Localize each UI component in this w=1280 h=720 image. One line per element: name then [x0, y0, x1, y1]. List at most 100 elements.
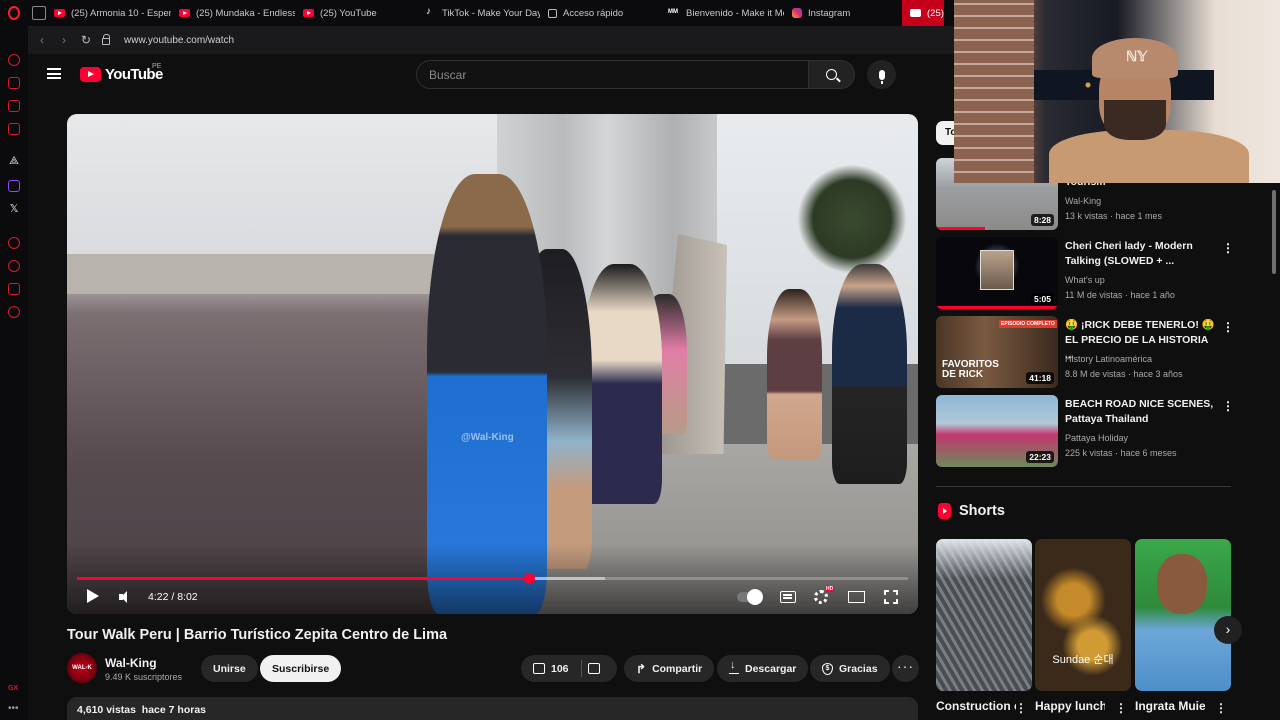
- channel-avatar[interactable]: WAL-K: [67, 653, 97, 683]
- tab-title: (25): [927, 7, 944, 19]
- channel-name[interactable]: History Latinoamérica: [1065, 354, 1152, 364]
- thumbnail-text: FAVORITOS DE RICK: [942, 359, 999, 380]
- short-thumbnail[interactable]: [1135, 539, 1231, 691]
- extensions-icon[interactable]: [8, 283, 20, 295]
- thanks-icon: $: [822, 662, 833, 675]
- gx-icon[interactable]: GX: [8, 685, 18, 692]
- dislike-icon[interactable]: [587, 663, 600, 674]
- webcam-overlay: ℕ𝕐: [954, 0, 1280, 183]
- more-vert-icon[interactable]: ⋮: [1015, 701, 1027, 715]
- search-input[interactable]: Buscar: [416, 60, 809, 89]
- volume-icon[interactable]: [119, 591, 131, 603]
- progress-bar[interactable]: [77, 573, 908, 584]
- tab-title: TikTok - Make Your Day: [442, 7, 540, 19]
- back-icon[interactable]: ‹: [36, 34, 48, 46]
- video-thumbnail[interactable]: EPISODIO COMPLETO FAVORITOS DE RICK 41:1…: [936, 316, 1058, 388]
- lock-icon: [102, 34, 110, 45]
- browser-tab[interactable]: (25) Armonia 10 - Espera: [46, 0, 171, 26]
- play-icon[interactable]: [87, 589, 99, 603]
- recommended-video[interactable]: 22:23 BEACH ROAD NICE SCENES, Pattaya Th…: [936, 395, 1236, 467]
- more-actions-icon[interactable]: ···: [892, 655, 919, 682]
- short-thumbnail[interactable]: [936, 539, 1032, 691]
- shorts-icon: [938, 503, 951, 519]
- share-button[interactable]: ↱ Compartir: [624, 655, 715, 682]
- download-button[interactable]: Descargar: [717, 655, 809, 682]
- autoplay-toggle[interactable]: [737, 589, 763, 605]
- theater-mode-icon[interactable]: [848, 591, 865, 603]
- subscribe-button[interactable]: Suscribirse: [260, 655, 342, 682]
- browser-tab[interactable]: (25) Mundaka - Endless: [171, 0, 295, 26]
- video-thumbnail[interactable]: 22:23: [936, 395, 1058, 467]
- more-vert-icon[interactable]: ⋮: [1222, 241, 1234, 255]
- like-icon[interactable]: [533, 663, 545, 674]
- video-frame: @Wal-King: [67, 114, 918, 614]
- time-display: 4:22 / 8:02: [148, 591, 198, 603]
- settings-icon[interactable]: [8, 306, 20, 318]
- browser-tab[interactable]: Acceso rápido: [540, 0, 661, 26]
- voice-search-button[interactable]: [867, 60, 896, 89]
- arc-icon[interactable]: ⟁: [7, 155, 21, 168]
- short-title[interactable]: Ingrata Muier Cruz: [1135, 698, 1205, 714]
- mail-icon[interactable]: [8, 123, 20, 135]
- short-title[interactable]: Happy lunchtime: [1035, 698, 1105, 714]
- short-title[interactable]: Construction of Makkah: [936, 698, 1016, 714]
- reload-icon[interactable]: ↻: [80, 34, 92, 46]
- video-title[interactable]: BEACH ROAD NICE SCENES, Pattaya Thailand: [1065, 397, 1215, 427]
- channel-name[interactable]: What's up: [1065, 275, 1105, 285]
- search-button[interactable]: [809, 60, 855, 89]
- thanks-button[interactable]: $ Gracias: [810, 655, 890, 682]
- video-title[interactable]: Cheri Cheri lady - Modern Talking (SLOWE…: [1065, 239, 1215, 269]
- history-icon[interactable]: [8, 260, 20, 272]
- tab-title: Bienvenido - Make it Me: [686, 7, 784, 19]
- more-vert-icon[interactable]: ⋮: [1222, 320, 1234, 334]
- progress-scrubber[interactable]: [523, 573, 535, 584]
- scrollbar[interactable]: [1272, 190, 1276, 274]
- chevron-right-icon[interactable]: ›: [1214, 616, 1242, 644]
- bag-icon[interactable]: [8, 77, 20, 89]
- subscribe-label: Suscribirse: [272, 662, 330, 675]
- more-vert-icon[interactable]: ⋮: [1115, 701, 1127, 715]
- channel-name[interactable]: Wal-King: [1065, 196, 1101, 206]
- browser-tab[interactable]: Bienvenido - Make it Me: [661, 0, 784, 26]
- tab-title: Instagram: [808, 7, 851, 19]
- x-icon[interactable]: 𝕏: [7, 202, 21, 215]
- youtube-icon: [303, 9, 314, 17]
- tab-title: Acceso rápido: [563, 7, 624, 19]
- subtitles-icon[interactable]: [780, 591, 796, 603]
- channel-name[interactable]: Wal-King: [105, 656, 157, 670]
- twitch-icon[interactable]: [8, 180, 20, 192]
- more-dots-icon[interactable]: •••: [8, 703, 19, 714]
- settings-gear-icon[interactable]: [814, 590, 828, 604]
- more-vert-icon[interactable]: ⋮: [1215, 701, 1227, 715]
- youtube-logo[interactable]: YouTube: [80, 66, 163, 83]
- aria-icon[interactable]: [8, 54, 20, 66]
- shorts-header: Shorts: [938, 503, 1005, 519]
- forward-icon[interactable]: ›: [58, 34, 70, 46]
- description-box[interactable]: 4,610 vistas hace 7 horas: [67, 697, 918, 720]
- player-icon[interactable]: [8, 237, 20, 249]
- recommended-video[interactable]: EPISODIO COMPLETO FAVORITOS DE RICK 41:1…: [936, 316, 1236, 388]
- video-title: Tour Walk Peru | Barrio Turístico Zepita…: [67, 627, 448, 643]
- like-count[interactable]: 106: [551, 663, 569, 675]
- browser-tab[interactable]: TikTok - Make Your Day: [417, 0, 540, 26]
- share-label: Compartir: [652, 662, 703, 675]
- video-thumbnail[interactable]: 5:05: [936, 237, 1058, 309]
- short-thumbnail[interactable]: Sundae 순대: [1035, 539, 1131, 691]
- menu-icon[interactable]: [47, 68, 61, 79]
- browser-tab-active[interactable]: (25): [902, 0, 944, 26]
- browser-tab[interactable]: Instagram: [784, 0, 902, 26]
- progress-played: [77, 577, 529, 580]
- opera-logo-icon[interactable]: [0, 0, 28, 26]
- opera-sidebar: ⟁ 𝕏 GX •••: [0, 26, 28, 720]
- ny-logo-icon: ℕ𝕐: [1126, 48, 1148, 64]
- more-vert-icon[interactable]: ⋮: [1222, 399, 1234, 413]
- join-button[interactable]: Unirse: [201, 655, 258, 682]
- channel-name[interactable]: Pattaya Holiday: [1065, 433, 1128, 443]
- url-field[interactable]: www.youtube.com/watch: [124, 35, 234, 46]
- recommended-video[interactable]: 5:05 Cheri Cheri lady - Modern Talking (…: [936, 237, 1236, 309]
- tab-island-icon[interactable]: [28, 0, 46, 26]
- browser-tab[interactable]: (25) YouTube: [295, 0, 417, 26]
- video-player[interactable]: @Wal-King 4:22 / 8:02 HD: [67, 114, 918, 614]
- short-overlay-text: Sundae 순대: [1052, 654, 1114, 666]
- chat-icon[interactable]: [8, 100, 20, 112]
